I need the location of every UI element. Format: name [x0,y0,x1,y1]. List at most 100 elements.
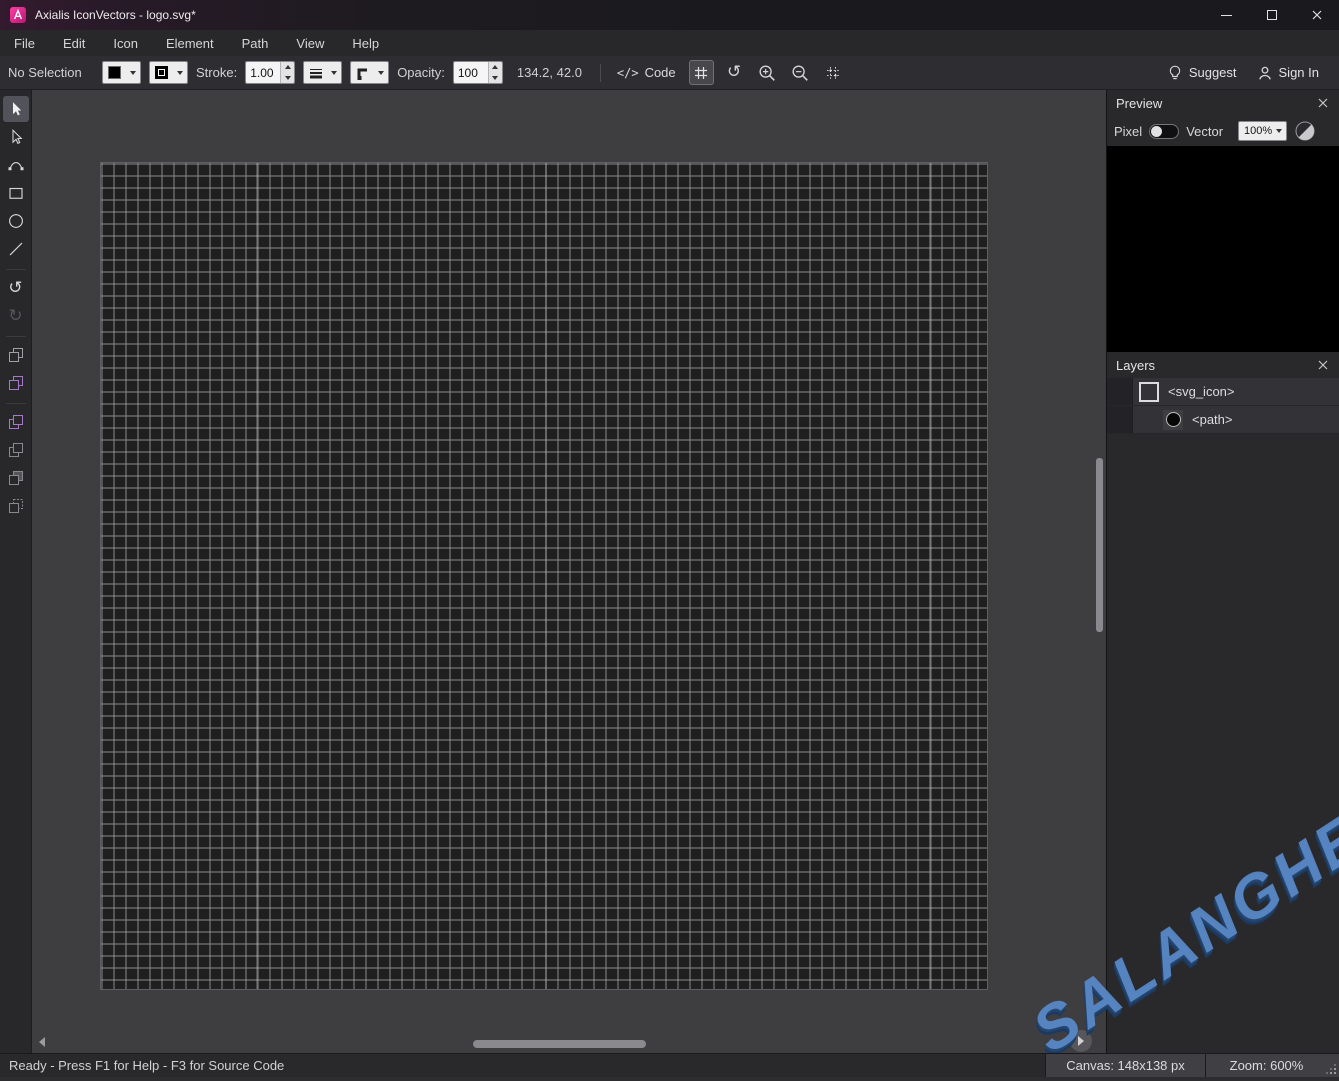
corner-join-icon [351,65,374,81]
send-backward-button[interactable] [3,409,29,435]
zoom-in-button[interactable] [755,60,780,85]
spin-down-button[interactable] [281,73,294,84]
node-edit-tool-button[interactable] [3,152,29,178]
cursor-coordinates: 134.2, 42.0 [517,65,589,80]
code-view-button[interactable]: </> Code [612,62,681,83]
maximize-icon [1267,10,1277,20]
layers-close-button[interactable] [1316,358,1330,372]
menu-help[interactable]: Help [338,32,393,55]
status-cells: Canvas: 148x138 px Zoom: 600% [1045,1054,1339,1077]
sign-in-button[interactable]: Sign In [1257,65,1319,81]
zoom-out-button[interactable] [788,60,813,85]
hscroll-left-arrow[interactable] [39,1037,45,1047]
stroke-color-dropdown[interactable] [149,61,188,84]
line-tool-button[interactable] [3,236,29,262]
grid-guide-line [545,163,547,989]
direct-select-tool-button[interactable] [3,124,29,150]
pixel-vector-toggle[interactable] [1149,124,1179,139]
window-controls [1204,0,1339,30]
grid-toggle-button[interactable] [689,60,714,85]
menu-edit[interactable]: Edit [49,32,99,55]
spin-up-button[interactable] [489,62,502,73]
resize-grip[interactable] [1327,1054,1339,1077]
fill-color-swatch [103,66,126,79]
code-icon: </> [617,66,639,80]
canvas-area[interactable] [32,90,1106,1053]
undo-icon: ↺ [8,280,22,297]
layer-label: <path> [1192,412,1233,427]
grid-guide-line [930,163,932,989]
menu-path[interactable]: Path [228,32,283,55]
preview-zoom-dropdown[interactable]: 100% [1238,121,1287,141]
menu-file[interactable]: File [0,32,49,55]
undo-button[interactable]: ↺ [3,275,29,301]
pixel-label: Pixel [1114,124,1142,139]
bring-forward-icon [7,374,25,392]
spin-up-button[interactable] [281,62,294,73]
preview-background-toggle[interactable] [1294,120,1316,142]
menu-icon[interactable]: Icon [99,32,152,55]
minimize-icon [1221,15,1232,16]
opacity-input[interactable] [454,62,488,83]
close-icon [1318,98,1328,108]
preview-close-button[interactable] [1316,96,1330,110]
rectangle-tool-button[interactable] [3,180,29,206]
fill-color-dropdown[interactable] [102,61,141,84]
chevron-down-icon [1276,129,1282,133]
maximize-button[interactable] [1249,0,1294,30]
zoom-in-icon [757,63,777,83]
select-tool-button[interactable] [3,96,29,122]
layer-row-path[interactable]: <path> [1107,406,1339,434]
close-icon [1311,9,1323,21]
snap-grid-icon [825,65,841,81]
hscroll-right-arrow[interactable] [1070,1030,1092,1052]
horizontal-scrollbar-thumb[interactable] [473,1040,646,1048]
stroke-join-dropdown[interactable] [350,61,389,84]
outline-arrow-icon [7,128,25,146]
stroke-width-spinners [280,62,294,83]
canvas-size-indicator: Canvas: 148x138 px [1045,1054,1205,1077]
cursor-arrow-icon [7,100,25,118]
menu-view[interactable]: View [282,32,338,55]
spin-down-button[interactable] [489,73,502,84]
rotate-reset-button[interactable]: ↺ [722,60,747,85]
grid-guide-line [256,163,258,989]
layer-label: <svg_icon> [1168,384,1235,399]
snap-grid-button[interactable] [821,60,846,85]
group-button[interactable] [3,465,29,491]
opacity-spinners [488,62,502,83]
bring-forward-button[interactable] [3,370,29,396]
preview-panel-header: Preview [1107,90,1339,116]
pixel-grid-canvas[interactable] [100,162,988,990]
chevron-down-icon [177,71,183,75]
chevron-down-icon [130,71,136,75]
opacity-label: Opacity: [397,65,445,80]
minimize-button[interactable] [1204,0,1249,30]
menu-element[interactable]: Element [152,32,228,55]
layer-thumbnail-circle [1163,410,1183,430]
app-logo-icon [10,7,26,23]
chevron-down-icon [331,71,337,75]
preview-title: Preview [1116,96,1162,111]
layers-title: Layers [1116,358,1155,373]
layer-row-svg-icon[interactable]: <svg_icon> [1107,378,1339,406]
vertical-scrollbar-thumb[interactable] [1096,458,1103,632]
ungroup-button[interactable] [3,493,29,519]
signin-label: Sign In [1279,65,1319,80]
title-bar: Axialis IconVectors - logo.svg* [0,0,1339,30]
close-button[interactable] [1294,0,1339,30]
right-arrow-icon [1078,1036,1084,1046]
stroke-width-spinbox [245,61,295,84]
bring-to-front-button[interactable] [3,342,29,368]
lightbulb-icon [1167,65,1183,81]
suggest-button[interactable]: Suggest [1167,65,1237,81]
ellipse-tool-button[interactable] [3,208,29,234]
rotate-reset-icon: ↺ [727,64,741,81]
stroke-width-input[interactable] [246,62,280,83]
palette-separator [6,269,26,270]
layer-tree-gutter [1107,378,1133,405]
grid-icon [693,65,709,81]
stroke-style-dropdown[interactable] [303,61,342,84]
send-to-back-button[interactable] [3,437,29,463]
redo-button[interactable]: ↻ [3,303,29,329]
